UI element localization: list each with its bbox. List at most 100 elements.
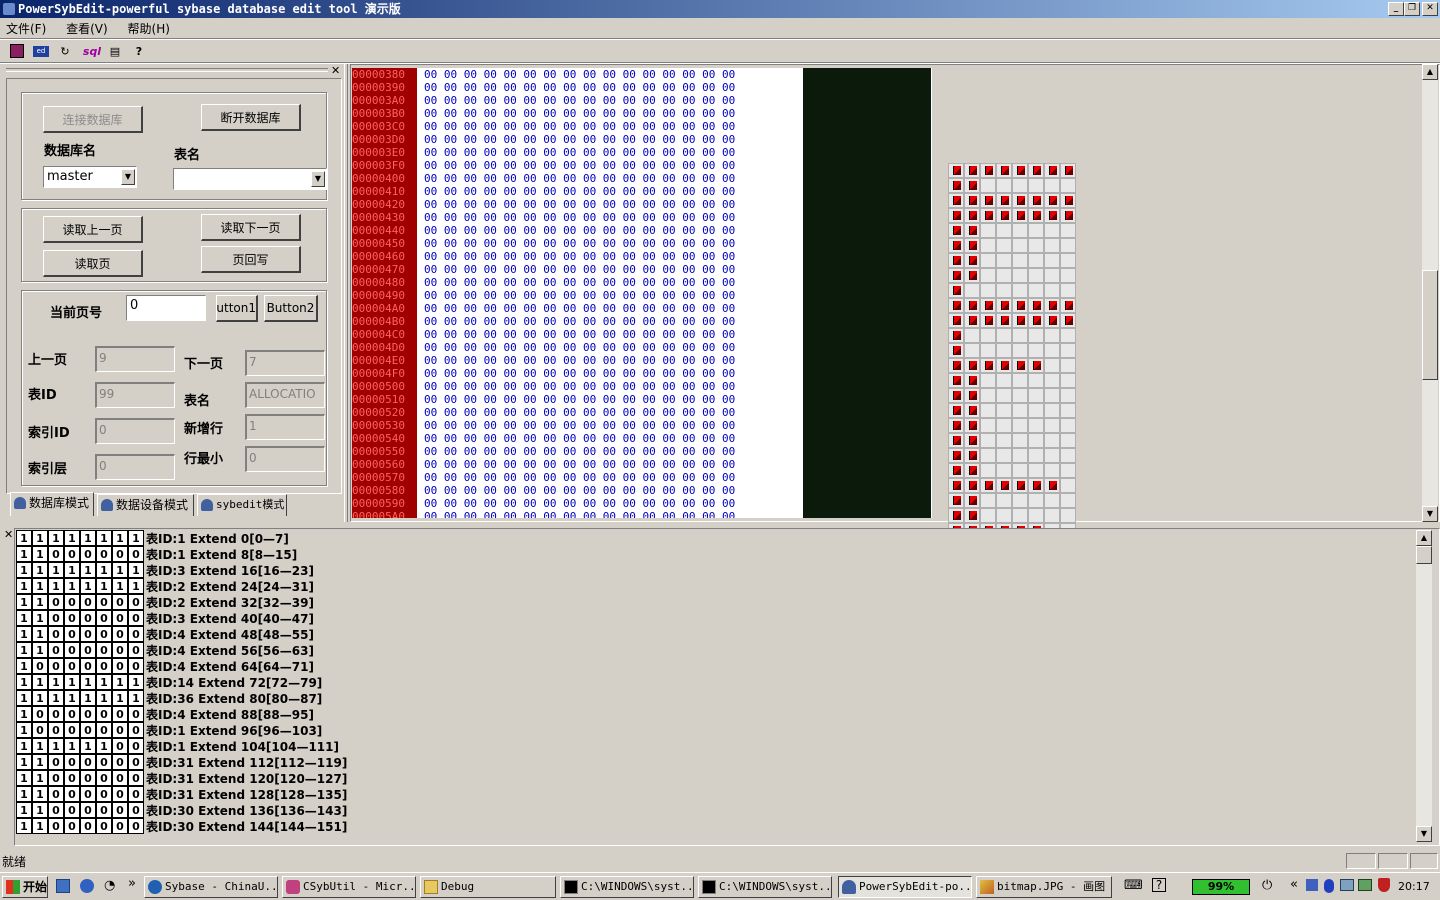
hex-bytes-row[interactable]: 00 00 00 00 00 00 00 00 00 00 00 00 00 0… [424,445,802,458]
hex-bytes-row[interactable]: 00 00 00 00 00 00 00 00 00 00 00 00 00 0… [424,94,802,107]
byte-column[interactable]: 00 00 00 00 00 00 00 00 00 00 00 00 00 0… [418,68,802,518]
hex-bytes-row[interactable]: 00 00 00 00 00 00 00 00 00 00 00 00 00 0… [424,354,802,367]
vertical-splitter[interactable] [344,64,348,522]
network-icon[interactable] [1306,879,1318,891]
menu-help[interactable]: 帮助(H) [128,22,170,36]
hex-view[interactable]: 00000380 00000390 000003A0 000003B0 000003C0… [352,68,932,518]
shield-icon[interactable] [1378,878,1390,892]
computer-icon[interactable] [1340,879,1354,891]
log-scrollbar[interactable]: ▲ ▼ [1416,530,1432,842]
task-csybutil[interactable]: CSybUtil - Micr... [282,876,416,898]
minimize-button[interactable]: _ [1388,2,1404,16]
keyboard-icon[interactable]: ⌨ [1124,878,1143,893]
hex-bytes-row[interactable]: 00 00 00 00 00 00 00 00 00 00 00 00 00 0… [424,302,802,315]
hex-bytes-row[interactable]: 00 00 00 00 00 00 00 00 00 00 00 00 00 0… [424,159,802,172]
hex-bytes-row[interactable]: 00 00 00 00 00 00 00 00 00 00 00 00 00 0… [424,419,802,432]
hex-bytes-row[interactable]: 00 00 00 00 00 00 00 00 00 00 00 00 00 0… [424,497,802,510]
hex-bytes-row[interactable]: 00 00 00 00 00 00 00 00 00 00 00 00 00 0… [424,198,802,211]
hex-bytes-row[interactable]: 00 00 00 00 00 00 00 00 00 00 00 00 00 0… [424,367,802,380]
hex-bytes-row[interactable]: 00 00 00 00 00 00 00 00 00 00 00 00 00 0… [424,263,802,276]
hex-bytes-row[interactable]: 00 00 00 00 00 00 00 00 00 00 00 00 00 0… [424,172,802,185]
tab-sybedit-mode[interactable]: sybedit模式 [197,494,287,516]
hex-bytes-row[interactable]: 00 00 00 00 00 00 00 00 00 00 00 00 00 0… [424,341,802,354]
table-select[interactable]: ▼ [173,168,327,190]
display-icon[interactable] [1358,879,1372,891]
read-page-button[interactable]: 读取页 [43,250,143,277]
hex-bytes-row[interactable]: 00 00 00 00 00 00 00 00 00 00 00 00 00 0… [424,81,802,94]
hex-bytes-row[interactable]: 00 00 00 00 00 00 00 00 00 00 00 00 00 0… [424,380,802,393]
restore-button[interactable]: ❐ [1404,2,1420,16]
refresh-icon[interactable]: ↻ [56,42,74,60]
button1[interactable]: Button1 [216,295,258,322]
quicklaunch-desktop-icon[interactable] [56,879,70,893]
help-icon[interactable]: ? [130,42,148,60]
hex-bytes-row[interactable]: 00 00 00 00 00 00 00 00 00 00 00 00 00 0… [424,68,802,81]
scroll-down-icon[interactable]: ▼ [1422,506,1438,522]
hex-bytes-row[interactable]: 00 00 00 00 00 00 00 00 00 00 00 00 00 0… [424,107,802,120]
database-icon[interactable] [8,42,26,60]
chevron-down-icon[interactable]: ▼ [121,169,135,185]
task-debug[interactable]: Debug [420,876,556,898]
hex-bytes-row[interactable]: 00 00 00 00 00 00 00 00 00 00 00 00 00 0… [424,224,802,237]
tab-device-mode[interactable]: 数据设备模式 [97,494,194,516]
connect-button[interactable]: 连接数据库 [43,106,143,133]
quicklaunch-ie-icon[interactable] [80,879,94,893]
db-select[interactable]: master ▼ [43,166,137,188]
help-tray-icon[interactable]: ? [1152,878,1166,892]
clock[interactable]: 20:17 [1398,880,1430,893]
hex-bytes-row[interactable]: 00 00 00 00 00 00 00 00 00 00 00 00 00 0… [424,510,802,518]
hex-bytes-row[interactable]: 00 00 00 00 00 00 00 00 00 00 00 00 00 0… [424,328,802,341]
disconnect-button[interactable]: 断开数据库 [201,104,301,131]
quicklaunch-mouse-icon[interactable]: ◔ [104,878,115,893]
task-paint[interactable]: bitmap.JPG - 画图 [976,876,1112,898]
next-page-button[interactable]: 读取下一页 [201,214,301,241]
hex-bytes-row[interactable]: 00 00 00 00 00 00 00 00 00 00 00 00 00 0… [424,146,802,159]
edit-icon[interactable]: ed [32,42,50,60]
panel-grip[interactable] [6,68,328,72]
panel-close-icon[interactable]: ✕ [331,64,340,77]
start-button[interactable]: 开始 [2,876,48,898]
hex-bytes-row[interactable]: 00 00 00 00 00 00 00 00 00 00 00 00 00 0… [424,406,802,419]
hex-bytes-row[interactable]: 00 00 00 00 00 00 00 00 00 00 00 00 00 0… [424,237,802,250]
hex-bytes-row[interactable]: 00 00 00 00 00 00 00 00 00 00 00 00 00 0… [424,185,802,198]
scroll-up-icon[interactable]: ▲ [1416,530,1432,546]
hex-bytes-row[interactable]: 00 00 00 00 00 00 00 00 00 00 00 00 00 0… [424,289,802,302]
task-cmd-1[interactable]: C:\WINDOWS\syst... [560,876,694,898]
task-cmd-2[interactable]: C:\WINDOWS\syst... [698,876,832,898]
ascii-column[interactable] [803,68,931,518]
hex-bytes-row[interactable]: 00 00 00 00 00 00 00 00 00 00 00 00 00 0… [424,133,802,146]
prev-page-button[interactable]: 读取上一页 [43,216,143,243]
hex-bytes-row[interactable]: 00 00 00 00 00 00 00 00 00 00 00 00 00 0… [424,211,802,224]
hex-scrollbar[interactable]: ▲ ▼ [1422,64,1438,522]
task-powersybedit[interactable]: PowerSybEdit-po... [838,876,972,898]
hex-bytes-row[interactable]: 00 00 00 00 00 00 00 00 00 00 00 00 00 0… [424,471,802,484]
menu-file[interactable]: 文件(F) [6,22,46,36]
hex-bytes-row[interactable]: 00 00 00 00 00 00 00 00 00 00 00 00 00 0… [424,432,802,445]
chevron-down-icon[interactable]: ▼ [311,171,325,187]
current-page-input[interactable]: 0 [126,295,206,321]
close-button[interactable]: ✕ [1422,2,1438,16]
hex-bytes-row[interactable]: 00 00 00 00 00 00 00 00 00 00 00 00 00 0… [424,120,802,133]
hex-bytes-row[interactable]: 00 00 00 00 00 00 00 00 00 00 00 00 00 0… [424,458,802,471]
quicklaunch-more-icon[interactable]: » [128,876,136,891]
button2[interactable]: Button2 [264,295,318,322]
tray-expand-icon[interactable]: « [1290,877,1298,892]
hex-bytes-row[interactable]: 00 00 00 00 00 00 00 00 00 00 00 00 00 0… [424,393,802,406]
menu-view[interactable]: 查看(V) [66,22,108,36]
scroll-thumb[interactable] [1422,270,1438,380]
power-plug-icon[interactable]: ⏻ [1262,878,1272,893]
hex-bytes-row[interactable]: 00 00 00 00 00 00 00 00 00 00 00 00 00 0… [424,276,802,289]
hex-bytes-row[interactable]: 00 00 00 00 00 00 00 00 00 00 00 00 00 0… [424,484,802,497]
scroll-down-icon[interactable]: ▼ [1416,826,1432,842]
tab-database-mode[interactable]: 数据库模式 [10,492,94,516]
scroll-thumb[interactable] [1416,546,1432,564]
hex-bytes-row[interactable]: 00 00 00 00 00 00 00 00 00 00 00 00 00 0… [424,250,802,263]
log-close-icon[interactable]: ✕ [4,528,13,541]
task-sybase[interactable]: Sybase - ChinaU... [144,876,278,898]
write-back-button[interactable]: 页回写 [201,246,301,273]
sql-icon[interactable]: sql [80,42,104,60]
bluetooth-icon[interactable] [1324,879,1334,893]
scroll-up-icon[interactable]: ▲ [1422,64,1438,80]
hex-bytes-row[interactable]: 00 00 00 00 00 00 00 00 00 00 00 00 00 0… [424,315,802,328]
table-icon[interactable]: ▤ [106,42,124,60]
